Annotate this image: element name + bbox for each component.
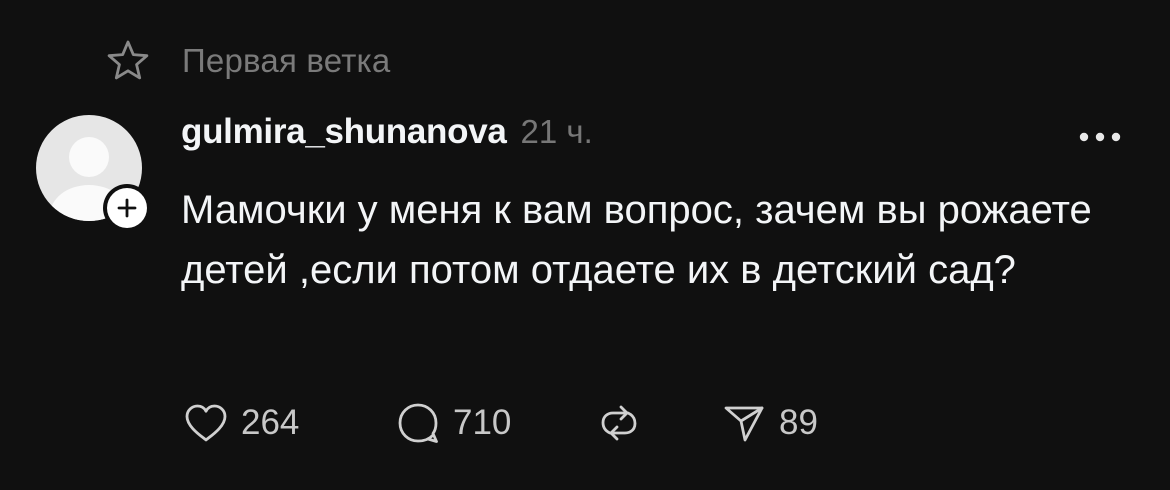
thread-label[interactable]: Первая ветка [106, 38, 390, 84]
heart-icon [181, 398, 231, 448]
thread-label-text: Первая ветка [182, 42, 391, 79]
reply-button[interactable]: 710 [393, 398, 511, 448]
follow-badge-inner [107, 188, 147, 228]
share-count: 89 [779, 403, 818, 442]
star-icon[interactable] [106, 39, 150, 83]
follow-button[interactable] [103, 184, 151, 232]
comment-icon [393, 398, 443, 448]
send-icon [719, 398, 769, 448]
like-count: 264 [241, 403, 300, 442]
post-header: gulmira_shunanova 21 ч. [181, 112, 593, 162]
reply-count: 710 [453, 403, 512, 442]
share-button[interactable]: 89 [719, 398, 818, 448]
username[interactable]: gulmira_shunanova [181, 112, 507, 152]
plus-icon [117, 198, 137, 218]
repost-button[interactable] [594, 398, 644, 448]
more-options-button[interactable] [1072, 122, 1128, 152]
post-timestamp: 21 ч. [520, 113, 593, 150]
post-text: Мамочки у меня к вам вопрос, зачем вы ро… [181, 188, 1092, 292]
like-button[interactable]: 264 [181, 398, 299, 448]
post-actions: 264 710 89 [181, 398, 818, 448]
repost-icon [594, 398, 644, 448]
more-icon [1079, 132, 1121, 142]
avatar-head-shape [69, 137, 109, 177]
